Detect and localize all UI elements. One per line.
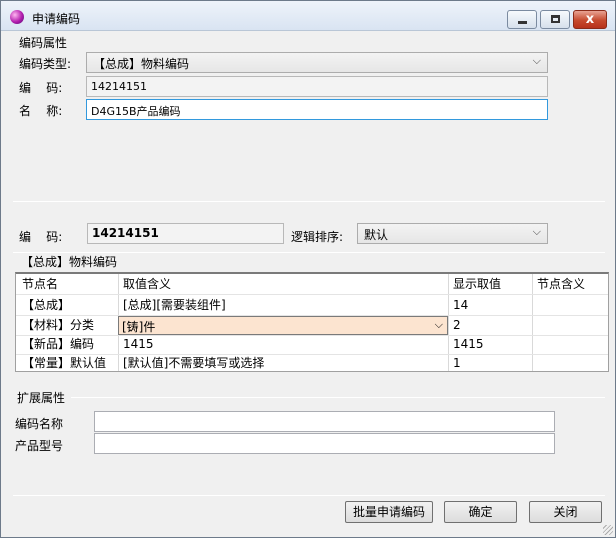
- grid-cell-node[interactable]: 【常量】默认值: [18, 353, 106, 373]
- dropdown-arrow-icon: ⌵: [532, 225, 541, 238]
- close-icon: x: [585, 12, 595, 27]
- close-button[interactable]: 关闭: [529, 501, 602, 523]
- resize-grip[interactable]: [603, 525, 613, 535]
- dialog-window: 申请编码 x 编码属性 编码类型: 【总成】物料编码 ⌵ 编 码: 142141…: [0, 0, 616, 538]
- grid-row-divider: [16, 335, 608, 336]
- dropdown-arrow-icon: ⌵: [532, 54, 541, 67]
- code-node-grid: 节点名 取值含义 显示取值 节点含义 【总成】 [总成][需要装组件] 14 【…: [15, 272, 609, 372]
- grid-cell-meaning[interactable]: [总成][需要装组件]: [119, 295, 226, 315]
- code-type-label: 编码类型:: [19, 57, 72, 71]
- code-type-value: 【总成】物料编码: [93, 57, 190, 71]
- grid-cell-meaning[interactable]: 1415: [119, 334, 154, 354]
- grid-section-title: 【总成】物料编码: [19, 253, 120, 270]
- sort-select[interactable]: 默认 ⌵: [357, 223, 548, 244]
- close-window-button[interactable]: x: [573, 10, 607, 29]
- name-value: D4G15B产品编码: [91, 105, 181, 118]
- grid-cell-meaning[interactable]: [默认值]不需要填写或选择: [119, 353, 264, 373]
- divider: [13, 201, 605, 202]
- window-title: 申请编码: [32, 12, 81, 26]
- batch-apply-button[interactable]: 批量申请编码: [345, 501, 433, 523]
- mid-code-label: 编 码:: [19, 230, 63, 244]
- grid-header-meaning[interactable]: 取值含义: [119, 274, 172, 294]
- code-props-section-title: 编码属性: [17, 34, 70, 51]
- sort-label: 逻辑排序:: [291, 230, 344, 244]
- grid-cell-display[interactable]: 1: [449, 353, 461, 373]
- grid-cell-display[interactable]: 14: [449, 295, 468, 315]
- ok-button[interactable]: 确定: [444, 501, 517, 523]
- minimize-button[interactable]: [507, 10, 537, 29]
- mid-code-value: 14214151: [92, 226, 159, 240]
- divider: [13, 495, 605, 496]
- ext-section-title: 扩展属性: [15, 389, 68, 406]
- grid-header-divider: [16, 294, 608, 295]
- name-field[interactable]: D4G15B产品编码: [86, 99, 548, 120]
- code-value: 14214151: [91, 80, 147, 93]
- dropdown-arrow-icon[interactable]: ⌵: [435, 318, 443, 332]
- code-field[interactable]: 14214151: [86, 76, 548, 97]
- code-type-select[interactable]: 【总成】物料编码 ⌵: [86, 52, 548, 73]
- app-icon: [10, 10, 24, 24]
- model-label: 产品型号: [15, 439, 64, 453]
- grid-header-display[interactable]: 显示取值: [449, 274, 502, 294]
- name-label: 名 称:: [19, 104, 63, 118]
- mid-code-field[interactable]: 14214151: [87, 223, 284, 244]
- grid-cell-node[interactable]: 【总成】: [18, 295, 70, 315]
- grid-header-node-meaning[interactable]: 节点含义: [533, 274, 586, 294]
- grid-cell-node[interactable]: 【新品】编码: [18, 334, 94, 354]
- grid-header-node[interactable]: 节点名: [18, 274, 59, 294]
- grid-cell-meaning-editor[interactable]: [铸]件 ⌵: [118, 316, 448, 335]
- code-label: 编 码:: [19, 81, 63, 95]
- title-bar: 申请编码 x: [1, 1, 615, 31]
- grid-cell-display[interactable]: 1415: [449, 334, 484, 354]
- sort-value: 默认: [364, 228, 389, 242]
- model-field[interactable]: [94, 433, 555, 454]
- grid-cell-meaning-value: [铸]件: [122, 320, 156, 334]
- maximize-button[interactable]: [540, 10, 570, 29]
- code-name-field[interactable]: [94, 411, 555, 432]
- minimize-icon: [518, 21, 527, 24]
- maximize-icon: [551, 15, 560, 23]
- code-name-label: 编码名称: [15, 417, 64, 431]
- divider: [71, 397, 605, 398]
- grid-cell-node[interactable]: 【材料】分类: [18, 315, 94, 335]
- grid-cell-display[interactable]: 2: [449, 315, 461, 335]
